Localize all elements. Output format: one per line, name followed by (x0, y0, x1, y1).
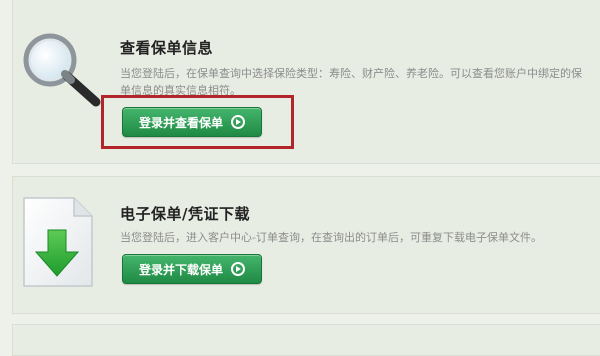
download-document-icon (23, 197, 93, 287)
section-description-e-policy: 当您登陆后，进入客户中心-订单查询，在查询出的订单后，可重复下载电子保单文件。 (120, 231, 542, 244)
login-download-policy-label: 登录并下载保单 (138, 262, 223, 277)
login-download-policy-button[interactable]: 登录并下载保单 (122, 254, 262, 284)
section-title-e-policy: 电子保单/凭证下载 (120, 205, 250, 223)
magnifier-icon (23, 33, 101, 107)
section-title-policy-info: 查看保单信息 (120, 39, 214, 57)
section-description-policy-info: 当您登陆后，在保单查询中选择保险类型：寿险、财产险、养老险。可以查看您账户中绑定… (120, 67, 582, 97)
arrow-circle-icon (231, 262, 245, 276)
highlight-box (101, 95, 294, 149)
next-section (12, 324, 600, 356)
